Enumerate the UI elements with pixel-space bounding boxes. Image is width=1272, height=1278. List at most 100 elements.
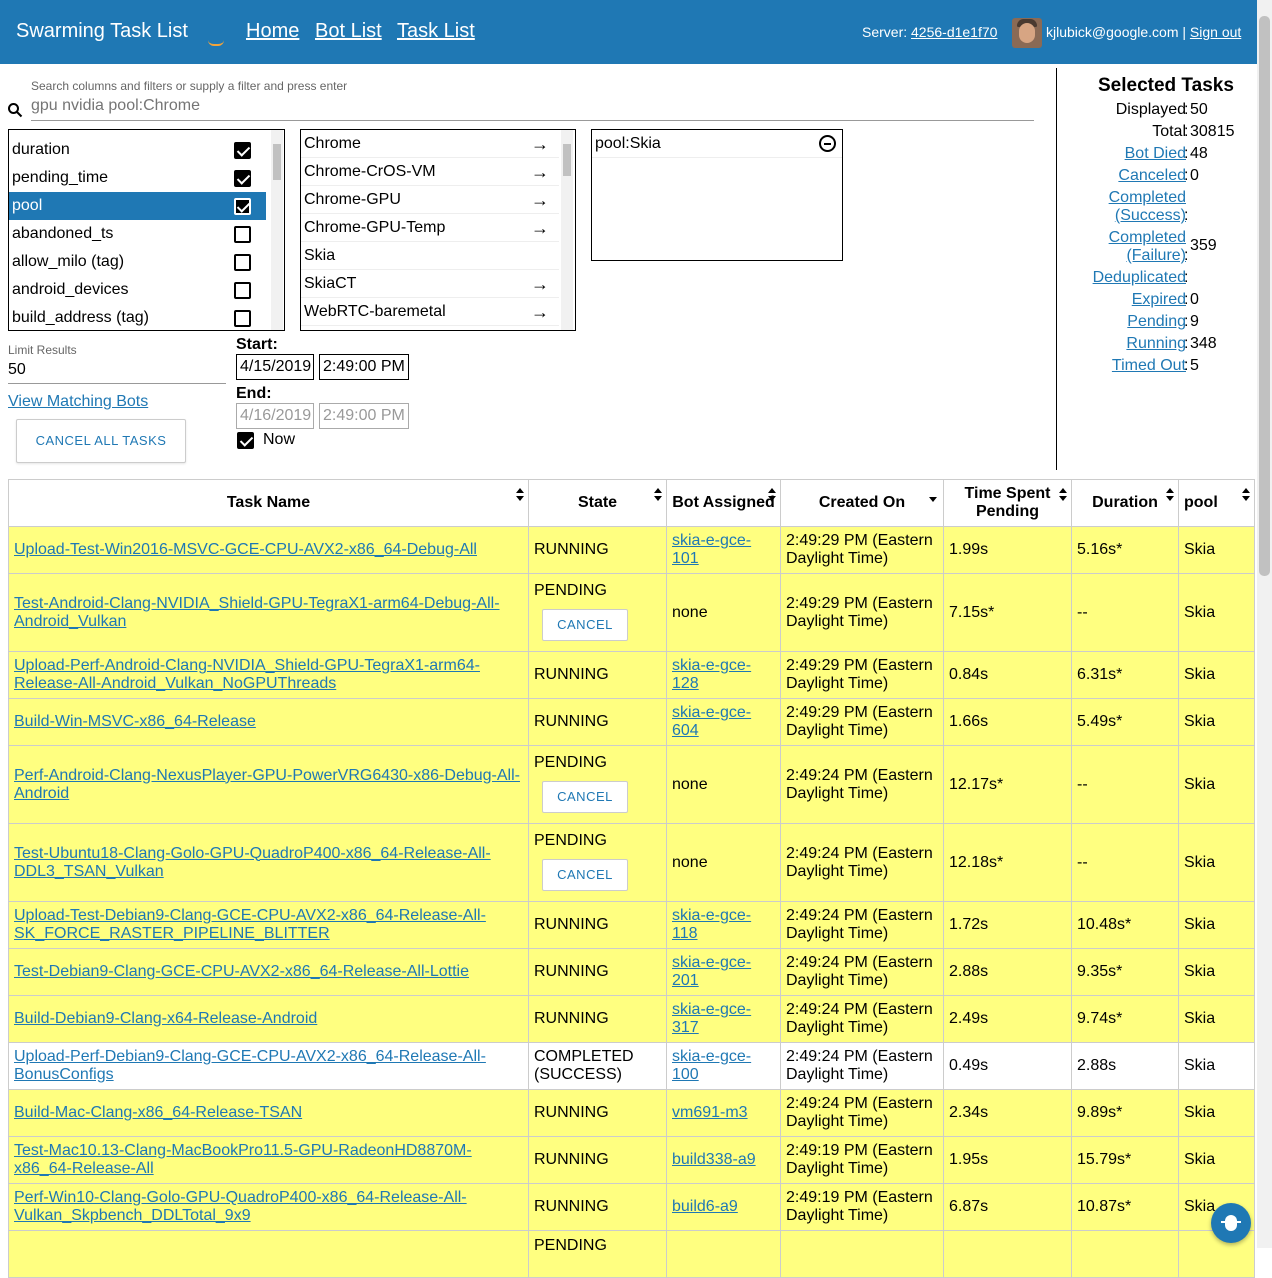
sort-descending-icon[interactable] <box>929 497 937 502</box>
value-option[interactable]: Chrome-CrOS-VM → <box>301 158 559 186</box>
column-header[interactable]: Task Name <box>8 479 529 527</box>
summary-link[interactable]: Completed (Failure) <box>1096 229 1186 265</box>
add-filter-arrow-icon[interactable]: → <box>531 214 549 242</box>
nav-task-list-link[interactable]: Task List <box>397 20 475 43</box>
sort-icon[interactable] <box>1059 488 1067 502</box>
end-time-input[interactable]: 2:49:00 PM <box>319 403 409 429</box>
task-name-link[interactable]: Upload-Perf-Debian9-Clang-GCE-CPU-AVX2-x… <box>14 1048 486 1083</box>
bot-link[interactable]: skia-e-gce-604 <box>672 704 751 739</box>
columns-scrollbar[interactable] <box>271 130 283 330</box>
value-option[interactable]: SkiaCT → <box>301 270 559 298</box>
column-checkbox[interactable] <box>234 226 251 243</box>
column-checkbox[interactable] <box>234 170 251 187</box>
summary-link[interactable]: Canceled <box>1118 167 1186 185</box>
task-name-link[interactable]: Upload-Perf-Android-Clang-NVIDIA_Shield-… <box>14 657 480 692</box>
task-name-link[interactable]: Upload-Test-Win2016-MSVC-GCE-CPU-AVX2-x8… <box>14 541 477 558</box>
summary-link[interactable]: Deduplicated <box>1093 269 1186 287</box>
column-header[interactable]: pool <box>1178 479 1255 527</box>
column-header[interactable]: Created On <box>780 479 944 527</box>
column-option[interactable]: build_address (tag) <box>9 304 266 330</box>
summary-link[interactable]: Bot Died <box>1125 145 1186 163</box>
column-header[interactable]: Time Spent Pending <box>943 479 1072 527</box>
column-checkbox[interactable] <box>234 254 251 271</box>
task-name-link[interactable]: Test-Android-Clang-NVIDIA_Shield-GPU-Teg… <box>14 595 500 630</box>
bot-link[interactable]: skia-e-gce-100 <box>672 1048 751 1083</box>
column-header[interactable]: Duration <box>1071 479 1179 527</box>
value-option[interactable]: Skia <box>301 242 559 270</box>
sign-out-link[interactable]: Sign out <box>1190 24 1241 40</box>
column-checkbox[interactable] <box>234 310 251 327</box>
add-filter-arrow-icon[interactable]: → <box>531 270 549 298</box>
bot-link[interactable]: skia-e-gce-317 <box>672 1001 751 1036</box>
task-name-link[interactable]: Upload-Test-Debian9-Clang-GCE-CPU-AVX2-x… <box>14 907 486 942</box>
value-option[interactable]: Chrome → <box>301 130 559 158</box>
task-name-link[interactable]: Test-Ubuntu18-Clang-Golo-GPU-QuadroP400-… <box>14 845 491 880</box>
task-name-link[interactable]: Build-Debian9-Clang-x64-Release-Android <box>14 1010 317 1027</box>
add-filter-arrow-icon[interactable]: → <box>531 130 549 158</box>
column-checkbox[interactable] <box>234 282 251 299</box>
columns-selector[interactable]: duration pending_time pool abandoned_ts allo… <box>8 129 285 331</box>
remove-filter-icon[interactable] <box>819 135 836 152</box>
summary-link[interactable]: Completed (Success) <box>1096 189 1186 225</box>
values-scrollbar[interactable] <box>561 130 573 330</box>
column-option[interactable]: pending_time <box>9 164 266 192</box>
column-checkbox[interactable] <box>234 198 251 215</box>
column-option[interactable]: pool <box>9 192 266 220</box>
bot-link[interactable]: skia-e-gce-118 <box>672 907 751 942</box>
page-scrollbar[interactable] <box>1257 0 1272 1248</box>
value-option[interactable]: Chrome-GPU → <box>301 186 559 214</box>
value-option[interactable]: WebRTC-baremetal → <box>301 298 559 326</box>
bot-link[interactable]: skia-e-gce-128 <box>672 657 751 692</box>
bot-link[interactable]: skia-e-gce-101 <box>672 532 751 567</box>
bug-report-button[interactable] <box>1211 1203 1251 1243</box>
sort-icon[interactable] <box>768 488 776 502</box>
add-filter-arrow-icon[interactable]: → <box>531 298 549 326</box>
values-selector[interactable]: Chrome → Chrome-CrOS-VM → Chrome-GPU → Chrome-… <box>300 129 576 331</box>
server-version-link[interactable]: 4256-d1e1f70 <box>911 24 997 40</box>
column-option[interactable]: duration <box>9 136 266 164</box>
bot-link[interactable]: vm691-m3 <box>672 1104 748 1121</box>
cancel-task-button[interactable]: CANCEL <box>542 859 628 891</box>
summary-link[interactable]: Timed Out <box>1112 357 1186 375</box>
limit-input[interactable]: 50 <box>8 361 26 379</box>
cancel-task-button[interactable]: CANCEL <box>542 609 628 641</box>
view-matching-bots-link[interactable]: View Matching Bots <box>8 393 148 411</box>
bot-cell: skia-e-gce-128 <box>666 651 781 699</box>
column-header[interactable]: Bot Assigned <box>666 479 781 527</box>
column-header[interactable]: State <box>528 479 667 527</box>
summary-link[interactable]: Running <box>1126 335 1186 353</box>
task-name-link[interactable]: Perf-Android-Clang-NexusPlayer-GPU-Power… <box>14 767 520 802</box>
nav-bot-list-link[interactable]: Bot List <box>315 20 382 43</box>
start-date-input[interactable]: 4/15/2019 <box>236 354 314 380</box>
search-input[interactable] <box>31 96 1034 121</box>
sort-icon[interactable] <box>1242 488 1250 502</box>
task-name-link[interactable]: Build-Mac-Clang-x86_64-Release-TSAN <box>14 1104 302 1121</box>
bot-link[interactable]: build338-a9 <box>672 1151 756 1168</box>
summary-colon: : <box>1184 247 1189 264</box>
task-name-link[interactable]: Build-Win-MSVC-x86_64-Release <box>14 713 256 730</box>
sort-icon[interactable] <box>654 488 662 502</box>
add-filter-arrow-icon[interactable]: → <box>531 186 549 214</box>
sort-icon[interactable] <box>516 488 524 502</box>
cancel-all-tasks-button[interactable]: CANCEL ALL TASKS <box>16 419 186 463</box>
column-option[interactable]: abandoned_ts <box>9 220 266 248</box>
end-date-input[interactable]: 4/16/2019 <box>236 403 314 429</box>
summary-link[interactable]: Pending <box>1127 313 1186 331</box>
column-option[interactable]: android_devices <box>9 276 266 304</box>
add-filter-arrow-icon[interactable]: → <box>531 158 549 186</box>
start-time-input[interactable]: 2:49:00 PM <box>319 354 409 380</box>
task-name-link[interactable]: Test-Mac10.13-Clang-MacBookPro11.5-GPU-R… <box>14 1142 472 1177</box>
sort-icon[interactable] <box>1166 488 1174 502</box>
column-option[interactable]: allow_milo (tag) <box>9 248 266 276</box>
bot-link[interactable]: build6-a9 <box>672 1198 738 1215</box>
nav-home-link[interactable]: Home <box>246 20 299 43</box>
task-name-link[interactable]: Perf-Win10-Clang-Golo-GPU-QuadroP400-x86… <box>14 1189 467 1224</box>
summary-link[interactable]: Expired <box>1132 291 1186 309</box>
value-option[interactable]: Chrome-GPU-Temp → <box>301 214 559 242</box>
now-checkbox[interactable] <box>237 432 254 449</box>
column-checkbox[interactable] <box>234 142 251 159</box>
bot-link[interactable]: skia-e-gce-201 <box>672 954 751 989</box>
page-scrollbar-thumb[interactable] <box>1259 16 1270 576</box>
task-name-link[interactable]: Test-Debian9-Clang-GCE-CPU-AVX2-x86_64-R… <box>14 963 469 980</box>
cancel-task-button[interactable]: CANCEL <box>542 781 628 813</box>
